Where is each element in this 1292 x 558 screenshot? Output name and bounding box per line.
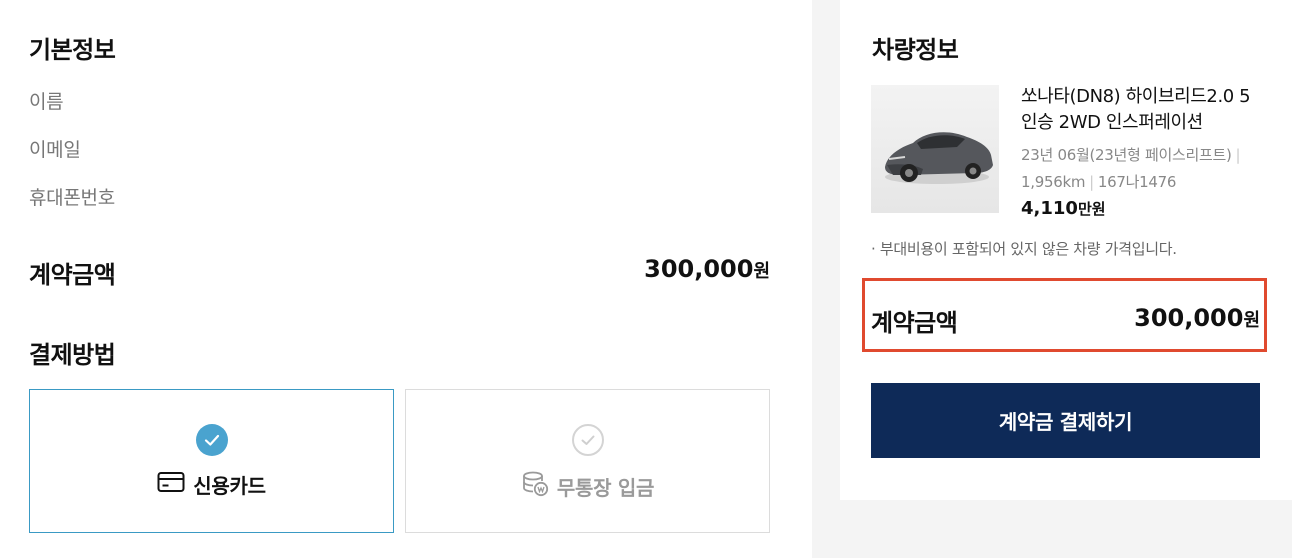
coins-icon [521, 470, 549, 503]
car-photo [871, 85, 999, 213]
car-price-number: 4,110 [1021, 198, 1078, 219]
credit-card-label: 신용카드 [193, 474, 266, 498]
car-plate: 167나1476 [1097, 173, 1177, 191]
bank-transfer-method: 무통장 입금 [406, 470, 769, 503]
payment-option-credit-card[interactable]: 신용카드 [29, 389, 394, 533]
credit-card-icon [157, 470, 185, 499]
contract-amount-unit: 원 [753, 261, 770, 282]
separator: | [1235, 146, 1241, 164]
bank-transfer-label: 무통장 입금 [556, 476, 655, 500]
payment-option-bank-transfer[interactable]: 무통장 입금 [405, 389, 770, 533]
contract-amount-number: 300,000 [644, 255, 754, 283]
email-label: 이메일 [29, 139, 81, 161]
car-year: 23년 06월(23년형 페이스리프트) | [1021, 144, 1244, 165]
separator: | [1089, 173, 1094, 191]
payment-method-title: 결제방법 [29, 341, 116, 369]
name-label: 이름 [29, 91, 64, 113]
basic-info-title: 기본정보 [29, 36, 116, 64]
vehicle-info-title: 차량정보 [872, 36, 959, 64]
car-model-name: 쏘나타(DN8) 하이브리드2.0 5인승 2WD 인스퍼레이션 [1021, 86, 1251, 133]
car-details: 1,956km | 167나1476 [1021, 171, 1176, 192]
contract-amount-value: 300,000원 [644, 255, 770, 283]
pay-deposit-button[interactable]: 계약금 결제하기 [871, 383, 1260, 458]
contract-amount-label: 계약금액 [29, 261, 116, 289]
check-icon [196, 424, 228, 456]
summary-amount-unit: 원 [1243, 310, 1260, 331]
car-price: 4,110만원 [1021, 198, 1106, 219]
phone-label: 휴대폰번호 [29, 187, 115, 209]
price-notice: · 부대비용이 포함되어 있지 않은 차량 가격입니다. [871, 240, 1177, 258]
summary-amount-number: 300,000 [1134, 304, 1244, 332]
car-mileage: 1,956km [1021, 173, 1086, 191]
credit-card-method: 신용카드 [30, 470, 393, 499]
car-year-text: 23년 06월(23년형 페이스리프트) [1021, 146, 1232, 164]
car-price-unit: 만원 [1077, 200, 1106, 218]
vehicle-panel: 차량정보 쏘나타(DN8) 하이브리드2.0 5인승 2WD 인스퍼레이션 23… [840, 0, 1292, 500]
check-icon [572, 424, 604, 456]
vehicle-sidebar: 차량정보 쏘나타(DN8) 하이브리드2.0 5인승 2WD 인스퍼레이션 23… [812, 0, 1292, 558]
summary-amount-label: 계약금액 [871, 309, 958, 337]
summary-amount-value: 300,000원 [1134, 304, 1260, 332]
contract-summary-box: 계약금액 300,000원 [862, 278, 1267, 352]
contract-form: 기본정보 이름 이메일 휴대폰번호 계약금액 300,000원 결제방법 신용카… [0, 0, 812, 558]
